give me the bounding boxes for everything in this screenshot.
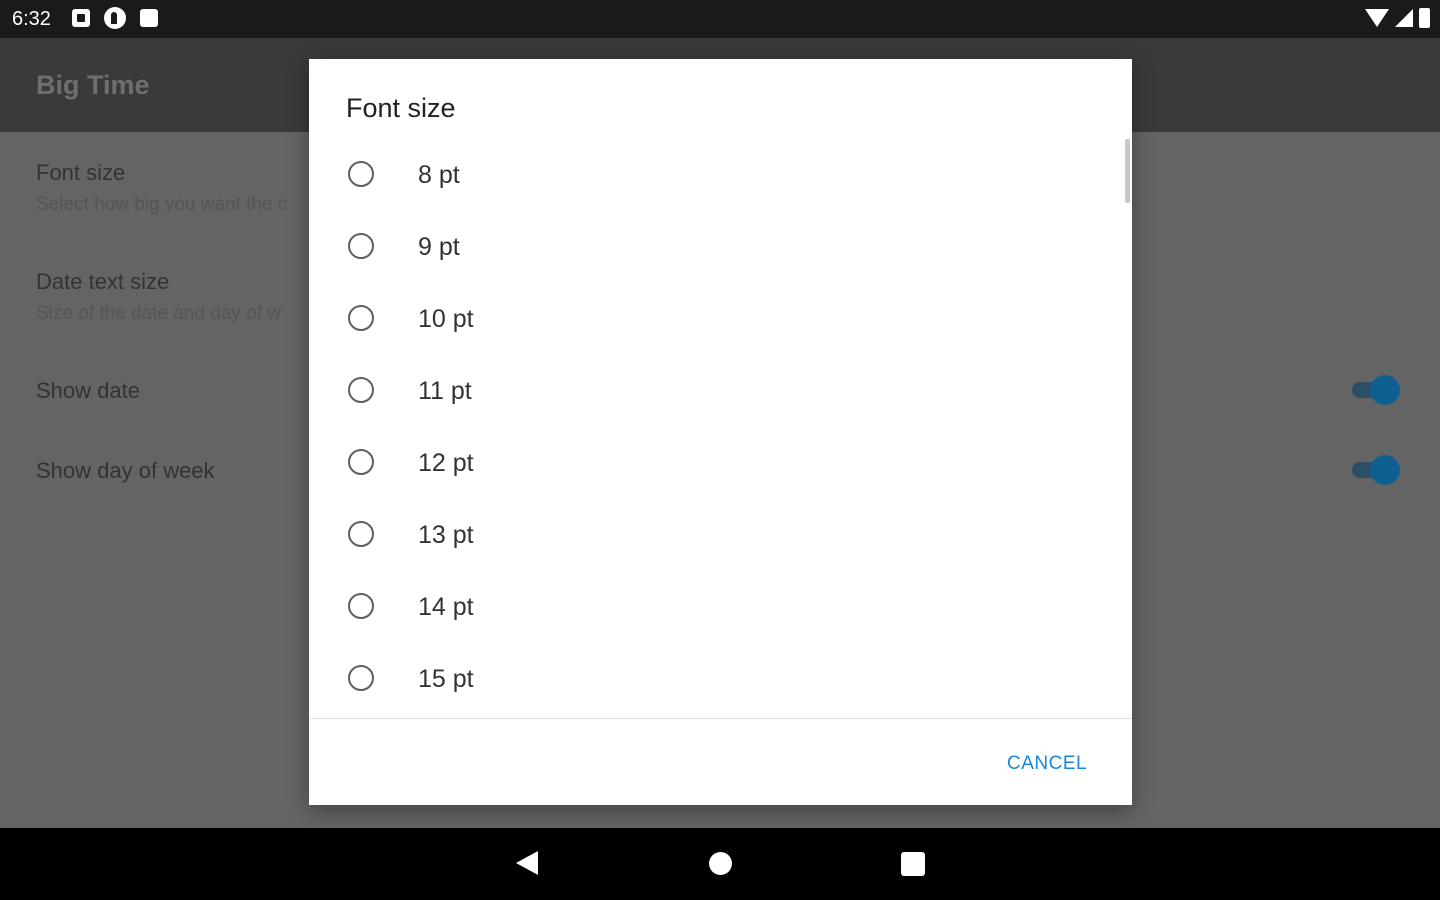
option-label: 14 pt [418,593,474,621]
option-15-pt[interactable]: 15 pt [309,645,1124,717]
recents-icon[interactable] [901,852,925,876]
radio-button[interactable] [348,449,374,475]
notification-p-icon [104,7,126,29]
sd-card-icon [140,9,158,27]
option-label: 11 pt [418,377,472,405]
dialog-divider [309,718,1132,719]
status-time: 6:32 [12,8,51,30]
option-10-pt[interactable]: 10 pt [309,285,1124,357]
app-title: Big Time [36,70,150,100]
option-label: 9 pt [418,233,460,261]
toggle-thumb [1370,375,1400,405]
dialog-scrollbar[interactable] [1125,139,1130,203]
pref-title: Font size [36,160,126,185]
radio-button[interactable] [348,161,374,187]
back-icon[interactable] [516,851,538,875]
notification-a-icon [72,9,90,27]
option-label: 8 pt [418,161,460,189]
radio-button[interactable] [348,665,374,691]
option-12-pt[interactable]: 12 pt [309,429,1124,501]
option-9-pt[interactable]: 9 pt [309,213,1124,285]
pref-summary: Size of the date and day of w [36,303,282,324]
radio-button[interactable] [348,593,374,619]
battery-icon [1419,8,1430,28]
option-8-pt[interactable]: 8 pt [309,141,1124,213]
wifi-icon [1365,9,1389,27]
pref-title: Show day of week [36,458,215,483]
option-13-pt[interactable]: 13 pt [309,501,1124,573]
pref-title: Date text size [36,269,170,294]
font-size-dialog: Font size 8 pt 9 pt 10 pt 11 pt 12 pt 13… [309,59,1132,805]
radio-button[interactable] [348,305,374,331]
cancel-button[interactable]: CANCEL [1007,753,1087,775]
option-label: 10 pt [418,305,474,333]
radio-button[interactable] [348,521,374,547]
toggle-thumb [1370,455,1400,485]
pref-summary: Select how big you want the c [36,194,288,215]
cell-signal-icon [1395,9,1413,27]
status-notification-icons [72,7,158,29]
radio-button[interactable] [348,233,374,259]
show-date-toggle[interactable] [1352,373,1400,407]
dialog-title: Font size [346,93,456,123]
option-14-pt[interactable]: 14 pt [309,573,1124,645]
option-11-pt[interactable]: 11 pt [309,357,1124,429]
option-label: 12 pt [418,449,474,477]
option-label: 15 pt [418,665,474,693]
navigation-bar [0,828,1440,900]
status-system-icons [1365,8,1430,28]
status-bar: 6:32 [0,0,1440,38]
home-icon[interactable] [709,852,732,875]
radio-button[interactable] [348,377,374,403]
show-day-of-week-toggle[interactable] [1352,453,1400,487]
option-label: 13 pt [418,521,474,549]
pref-title: Show date [36,378,140,403]
